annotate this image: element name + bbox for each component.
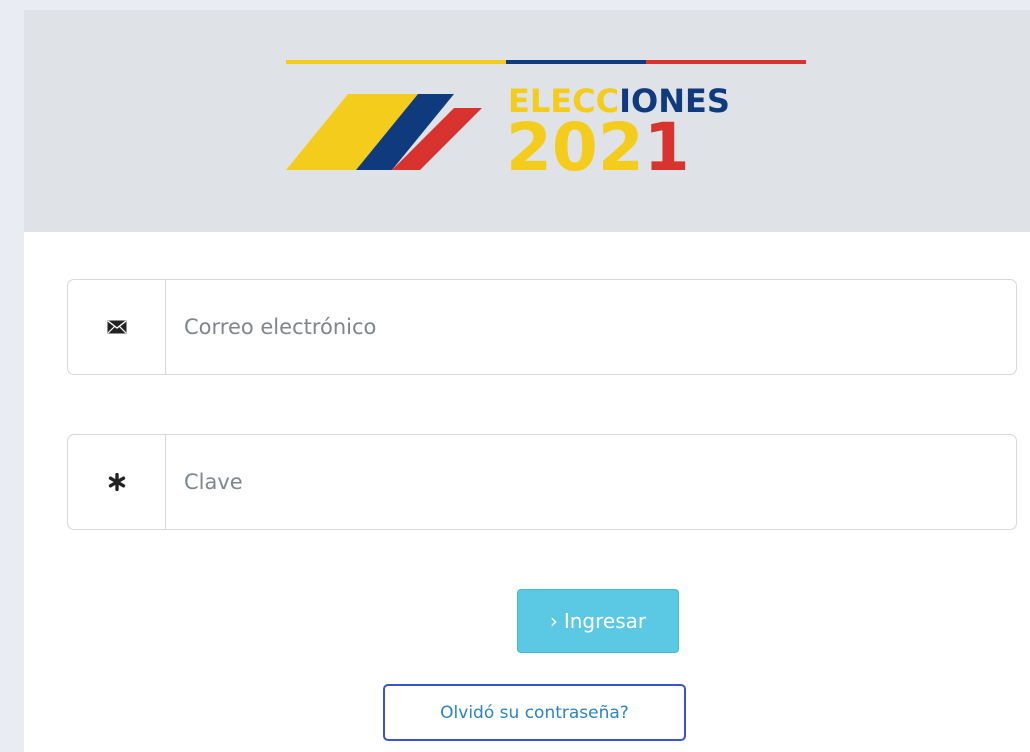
email-addon (68, 280, 166, 374)
login-button[interactable]: › Ingresar (517, 589, 679, 653)
header-banner: ELECCIONES 2021 (24, 10, 1030, 232)
email-field-group (67, 279, 1017, 375)
password-input[interactable] (166, 435, 1016, 529)
email-input[interactable] (166, 280, 1016, 374)
password-addon (68, 435, 166, 529)
forgot-password-link[interactable]: Olvidó su contraseña? (383, 684, 686, 741)
login-panel: ELECCIONES 2021 Correo electrónico › Ing… (24, 10, 1030, 752)
asterisk-icon (108, 473, 125, 491)
chevron-right-icon: › (549, 609, 558, 633)
login-button-label: Ingresar (563, 609, 647, 633)
elecciones-2021-logo: ELECCIONES 2021 (286, 60, 806, 180)
envelope-icon (107, 320, 126, 334)
password-field-group (67, 434, 1017, 530)
logo-year: 2021 (506, 109, 690, 180)
